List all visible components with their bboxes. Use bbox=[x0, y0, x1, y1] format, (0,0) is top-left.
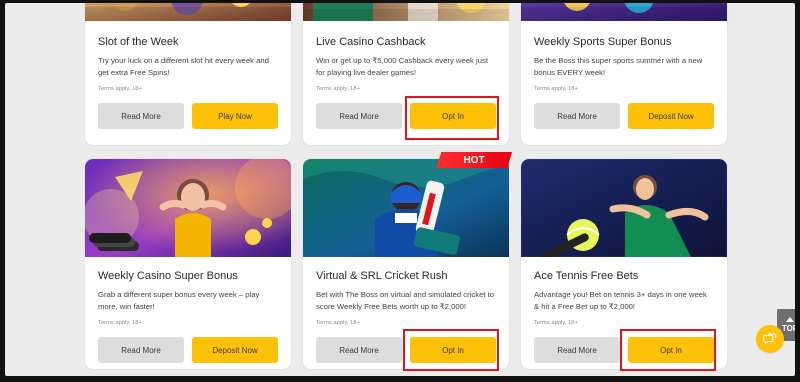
promo-card-ace-tennis-free-bets: Ace Tennis Free Bets Advantage you! Bet … bbox=[521, 159, 727, 369]
read-more-button[interactable]: Read More bbox=[98, 337, 184, 363]
scroll-top-label: TOP bbox=[781, 324, 795, 333]
read-more-button[interactable]: Read More bbox=[534, 103, 620, 129]
play-now-button[interactable]: Play Now bbox=[192, 103, 278, 129]
read-more-button[interactable]: Read More bbox=[98, 103, 184, 129]
promo-image-live-casino-cashback bbox=[303, 3, 509, 21]
promo-card-slot-of-the-week: Slot of the Week Try your luck on a diff… bbox=[85, 3, 291, 145]
promo-card-virtual-srl-cricket-rush: Virtual & SRL Cricket Rush Bet with The … bbox=[303, 159, 509, 369]
opt-in-button[interactable]: Opt In bbox=[410, 337, 496, 363]
promo-title: Weekly Sports Super Bonus bbox=[534, 36, 672, 48]
opt-in-button[interactable]: Opt In bbox=[410, 103, 496, 129]
promo-terms: Terms apply, 18+ bbox=[316, 320, 360, 326]
promo-terms: Terms apply, 18+ bbox=[534, 320, 578, 326]
promo-image-virtual-srl-cricket-rush bbox=[303, 159, 509, 257]
promo-description: Grab a different super bonus every week … bbox=[98, 290, 260, 311]
promo-card-weekly-sports-super-bonus: Weekly Sports Super Bonus Be the Boss th… bbox=[521, 3, 727, 145]
promo-image-weekly-sports-super-bonus bbox=[521, 3, 727, 21]
opt-in-button[interactable]: Opt In bbox=[628, 337, 714, 363]
read-more-button[interactable]: Read More bbox=[316, 103, 402, 129]
promo-description: Bet with The Boss on virtual and simulat… bbox=[316, 290, 495, 311]
read-more-button[interactable]: Read More bbox=[316, 337, 402, 363]
promo-terms: Terms apply, 18+ bbox=[98, 320, 142, 326]
promo-title: Ace Tennis Free Bets bbox=[534, 270, 639, 282]
promo-title: Weekly Casino Super Bonus bbox=[98, 270, 238, 282]
promotions-page: Slot of the Week Try your luck on a diff… bbox=[5, 3, 795, 376]
promo-description: Advantage you! Bet on tennis 3+ days in … bbox=[534, 290, 707, 311]
promo-title: Slot of the Week bbox=[98, 36, 179, 48]
read-more-button[interactable]: Read More bbox=[534, 337, 620, 363]
promo-image-weekly-casino-super-bonus bbox=[85, 159, 291, 257]
promo-card-live-casino-cashback: Live Casino Cashback Win or get up to ₹5… bbox=[303, 3, 509, 145]
chat-bubbles-icon bbox=[763, 333, 777, 345]
arrow-up-icon bbox=[786, 317, 794, 322]
promo-description: Win or get up to ₹5,000 Cashback every w… bbox=[316, 56, 488, 77]
promo-title: Live Casino Cashback bbox=[316, 36, 426, 48]
deposit-now-button[interactable]: Deposit Now bbox=[628, 103, 714, 129]
deposit-now-button[interactable]: Deposit Now bbox=[192, 337, 278, 363]
promo-image-slot-of-the-week bbox=[85, 3, 291, 21]
promo-description: Be the Boss this super sports summer wit… bbox=[534, 56, 703, 77]
promo-card-weekly-casino-super-bonus: Weekly Casino Super Bonus Grab a differe… bbox=[85, 159, 291, 369]
hot-badge: HOT bbox=[436, 152, 512, 168]
promo-terms: Terms apply, 18+ bbox=[316, 86, 360, 92]
promo-terms: Terms apply, 18+ bbox=[534, 86, 578, 92]
promo-description: Try your luck on a different slot hit ev… bbox=[98, 56, 269, 77]
chat-button[interactable] bbox=[756, 325, 784, 353]
promo-image-ace-tennis-free-bets bbox=[521, 159, 727, 257]
promo-terms: Terms apply, 18+ bbox=[98, 86, 142, 92]
promo-title: Virtual & SRL Cricket Rush bbox=[316, 270, 448, 282]
promotions-grid: Slot of the Week Try your luck on a diff… bbox=[5, 3, 795, 376]
